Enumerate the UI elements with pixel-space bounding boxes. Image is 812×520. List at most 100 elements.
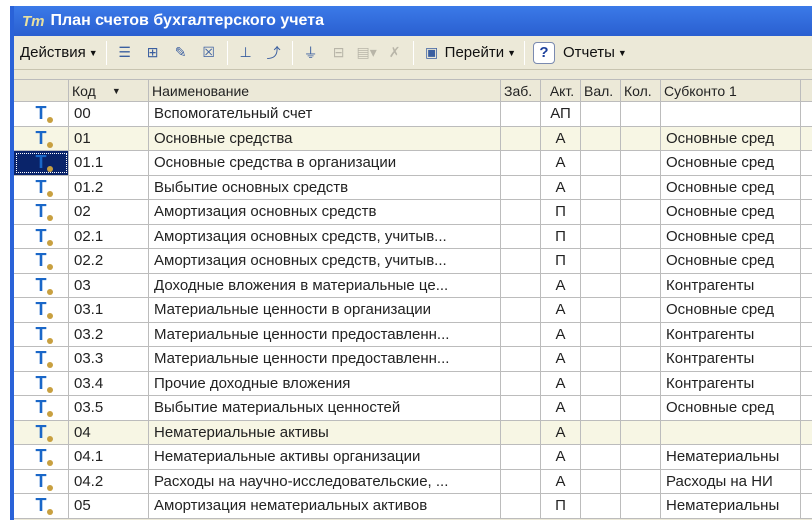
cell-code[interactable]: 04 [69, 420, 149, 444]
cell-code[interactable]: 04.1 [69, 445, 149, 469]
filter-history-icon[interactable]: ▤▾ [357, 43, 377, 63]
header-name[interactable]: Наименование [149, 80, 501, 101]
cell-kol[interactable] [621, 469, 661, 493]
cell-code[interactable]: 01.1 [69, 151, 149, 175]
account-type-cell[interactable]: T [14, 371, 69, 395]
cell-code[interactable]: 03.2 [69, 322, 149, 346]
cell-name[interactable]: Расходы на научно-исследовательские, ... [149, 469, 501, 493]
cell-val[interactable] [581, 494, 621, 518]
cell-val[interactable] [581, 420, 621, 444]
table-row[interactable]: T 02.1 Амортизация основных средств, учиты… [14, 224, 812, 249]
account-type-cell[interactable]: T [14, 322, 69, 346]
cell-sub1[interactable]: Основные сред [661, 298, 801, 322]
cell-sub1[interactable]: Основные сред [661, 224, 801, 248]
cell-kol[interactable] [621, 224, 661, 248]
header-zab[interactable]: Заб. [501, 80, 541, 101]
cell-zab[interactable] [501, 469, 541, 493]
cell-code[interactable]: 05 [69, 494, 149, 518]
table-row[interactable]: T 01.1 Основные средства в организации А Осн… [14, 151, 812, 176]
cell-name[interactable]: Материальные ценности предоставленн... [149, 347, 501, 371]
cell-name[interactable]: Материальные ценности в организации [149, 298, 501, 322]
account-type-cell[interactable]: T [14, 126, 69, 150]
table-row[interactable]: T 03.2 Материальные ценности предоставленн… [14, 322, 812, 347]
cell-sub1[interactable]: Нематериальны [661, 494, 801, 518]
cell-akt[interactable]: А [541, 396, 581, 420]
cell-akt[interactable]: А [541, 469, 581, 493]
cell-name[interactable]: Амортизация основных средств, учитыв... [149, 224, 501, 248]
cell-name[interactable]: Основные средства в организации [149, 151, 501, 175]
cell-code[interactable]: 03.1 [69, 298, 149, 322]
cell-name[interactable]: Нематериальные активы организации [149, 445, 501, 469]
cell-code[interactable]: 04.2 [69, 469, 149, 493]
cell-zab[interactable] [501, 102, 541, 126]
cell-code[interactable]: 02.2 [69, 249, 149, 273]
cell-kol[interactable] [621, 298, 661, 322]
cell-name[interactable]: Прочие доходные вложения [149, 371, 501, 395]
cell-code[interactable]: 02 [69, 200, 149, 224]
account-type-cell[interactable]: T [14, 420, 69, 444]
cell-kol[interactable] [621, 420, 661, 444]
reports-menu[interactable]: Отчеты ▼ [563, 44, 627, 61]
cell-code[interactable]: 01.2 [69, 175, 149, 199]
cell-akt[interactable]: П [541, 494, 581, 518]
cell-val[interactable] [581, 298, 621, 322]
cell-kol[interactable] [621, 102, 661, 126]
cell-val[interactable] [581, 469, 621, 493]
account-type-cell[interactable]: T [14, 396, 69, 420]
cell-akt[interactable]: П [541, 224, 581, 248]
cell-code[interactable]: 03 [69, 273, 149, 297]
actions-menu[interactable]: Действия ▼ [20, 44, 98, 61]
table-row[interactable]: T 01 Основные средства А Основные сред [14, 126, 812, 151]
table-row[interactable]: T 03 Доходные вложения в материальные це..… [14, 273, 812, 298]
cell-code[interactable]: 03.5 [69, 396, 149, 420]
cell-name[interactable]: Материальные ценности предоставленн... [149, 322, 501, 346]
table-row[interactable]: T 03.4 Прочие доходные вложения А Контрагент… [14, 371, 812, 396]
cell-code[interactable]: 01 [69, 126, 149, 150]
cell-kol[interactable] [621, 175, 661, 199]
cell-name[interactable]: Амортизация основных средств, учитыв... [149, 249, 501, 273]
cell-sub1[interactable]: Основные сред [661, 151, 801, 175]
account-type-cell[interactable]: T [14, 151, 69, 175]
cell-name[interactable]: Амортизация основных средств [149, 200, 501, 224]
cell-val[interactable] [581, 322, 621, 346]
account-type-cell[interactable]: T [14, 494, 69, 518]
cell-akt[interactable]: А [541, 298, 581, 322]
account-type-cell[interactable]: T [14, 445, 69, 469]
clear-filter-icon[interactable]: ✗ [385, 43, 405, 63]
cell-sub1[interactable]: Основные сред [661, 396, 801, 420]
cell-sub1[interactable] [661, 102, 801, 126]
table-row[interactable]: T 04 Нематериальные активы А [14, 420, 812, 445]
cell-sub1[interactable]: Контрагенты [661, 273, 801, 297]
delete-mark-icon[interactable]: ☒ [199, 43, 219, 63]
add-group-icon[interactable]: ⊞ [143, 43, 163, 63]
cell-akt[interactable]: А [541, 445, 581, 469]
cell-val[interactable] [581, 249, 621, 273]
cell-zab[interactable] [501, 175, 541, 199]
cell-val[interactable] [581, 151, 621, 175]
cell-kol[interactable] [621, 494, 661, 518]
account-type-cell[interactable]: T [14, 298, 69, 322]
table-row[interactable]: T 02 Амортизация основных средств П Основные… [14, 200, 812, 225]
cell-zab[interactable] [501, 396, 541, 420]
cell-val[interactable] [581, 273, 621, 297]
cell-kol[interactable] [621, 126, 661, 150]
cell-sub1[interactable]: Основные сред [661, 175, 801, 199]
cell-zab[interactable] [501, 126, 541, 150]
account-type-cell[interactable]: T [14, 347, 69, 371]
cell-kol[interactable] [621, 322, 661, 346]
table-row[interactable]: T 04.2 Расходы на научно-исследовательские… [14, 469, 812, 494]
cell-zab[interactable] [501, 298, 541, 322]
cell-akt[interactable]: А [541, 151, 581, 175]
header-code[interactable]: Код ▼ [69, 80, 149, 101]
cell-val[interactable] [581, 445, 621, 469]
edit-icon[interactable]: ✎ [171, 43, 191, 63]
account-type-cell[interactable]: T [14, 102, 69, 126]
table-row[interactable]: T 03.1 Материальные ценности в организации… [14, 298, 812, 323]
cell-val[interactable] [581, 175, 621, 199]
account-type-cell[interactable]: T [14, 469, 69, 493]
cell-zab[interactable] [501, 322, 541, 346]
table-row[interactable]: T 03.5 Выбытие материальных ценностей А Осно… [14, 396, 812, 421]
cell-val[interactable] [581, 371, 621, 395]
cell-code[interactable]: 03.4 [69, 371, 149, 395]
table-row[interactable]: T 00 Вспомогательный счет АП [14, 102, 812, 127]
